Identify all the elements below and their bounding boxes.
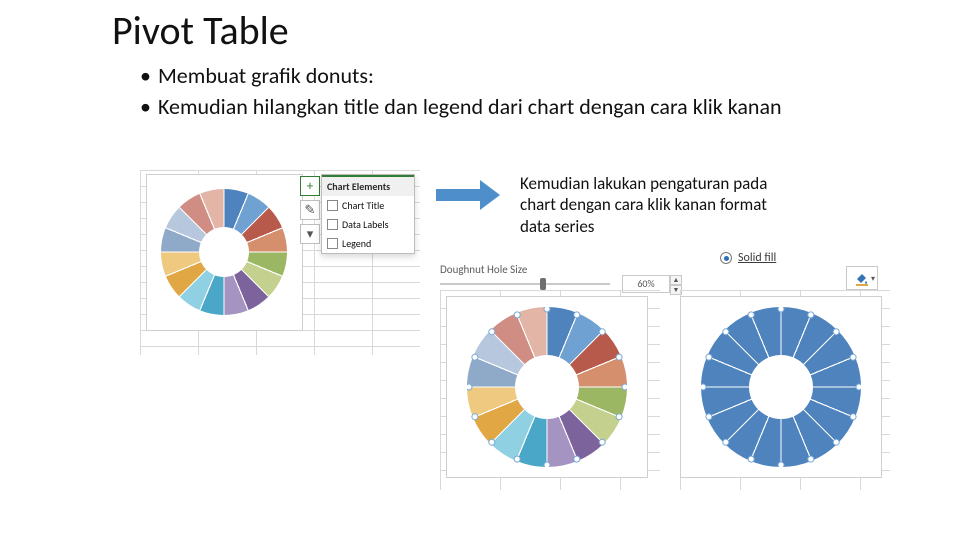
page-title: Pivot Table <box>112 6 289 55</box>
screenshot-donut-multicolor <box>440 290 660 490</box>
chevron-down-icon[interactable]: ▾ <box>871 274 875 284</box>
chart-elements-button[interactable]: + <box>300 176 320 196</box>
solid-fill-label: Solid fill <box>738 251 776 265</box>
donut-chart[interactable] <box>701 307 861 467</box>
chart-elements-option[interactable]: Chart Title <box>322 196 414 215</box>
chart-container[interactable] <box>446 296 648 478</box>
bullet-list: Membuat grafik donuts: Kemudian hilangka… <box>140 62 840 123</box>
bullet-dot <box>140 62 158 91</box>
option-label: Chart Title <box>342 199 384 212</box>
bullet-item: Kemudian hilangkan title dan legend dari… <box>140 93 840 122</box>
chart-elements-flyout[interactable]: Chart Elements Chart Title Data Labels L… <box>321 174 415 254</box>
selection-handles <box>467 307 627 467</box>
selection-handles <box>701 307 861 467</box>
option-label: Legend <box>342 237 371 250</box>
note-text: Kemudian lakukan pengaturan pada chart d… <box>520 173 800 237</box>
radio-icon[interactable] <box>720 252 732 264</box>
bullet-text: Membuat grafik donuts: <box>158 62 840 91</box>
chart-elements-option[interactable]: Data Labels <box>322 215 414 234</box>
checkbox-icon[interactable] <box>327 200 338 211</box>
chart-container[interactable] <box>680 296 882 478</box>
donut-chart[interactable] <box>161 189 287 315</box>
chart-styles-button[interactable]: ✎ <box>300 200 320 220</box>
fill-color-button[interactable]: ▾ <box>846 266 878 290</box>
donut-chart[interactable] <box>467 307 627 467</box>
option-label: Data Labels <box>342 218 389 231</box>
chart-container[interactable] <box>146 174 303 331</box>
paint-bucket-icon <box>854 270 870 286</box>
chart-filter-button[interactable]: ▾ <box>300 224 320 244</box>
checkbox-icon[interactable] <box>327 219 338 230</box>
chart-elements-option[interactable]: Legend <box>322 234 414 253</box>
arrow-icon <box>436 180 500 210</box>
bullet-dot <box>140 93 158 122</box>
doughnut-hole-size-control: Doughnut Hole Size 60% ▲▼ <box>440 263 700 290</box>
chart-elements-heading: Chart Elements <box>322 175 414 196</box>
chart-side-buttons: + ✎ ▾ <box>300 176 320 248</box>
checkbox-icon[interactable] <box>327 238 338 249</box>
screenshot-donut-with-elements: + ✎ ▾ Chart Elements Chart Title Data La… <box>140 170 420 355</box>
bullet-item: Membuat grafik donuts: <box>140 62 840 91</box>
bullet-text: Kemudian hilangkan title dan legend dari… <box>158 93 840 122</box>
solid-fill-option[interactable]: Solid fill <box>720 251 776 265</box>
slide: Pivot Table Membuat grafik donuts: Kemud… <box>0 0 960 540</box>
slider-knob[interactable] <box>540 278 546 290</box>
hole-size-slider[interactable]: 60% ▲▼ <box>440 278 700 290</box>
screenshot-donut-solid <box>680 290 890 490</box>
